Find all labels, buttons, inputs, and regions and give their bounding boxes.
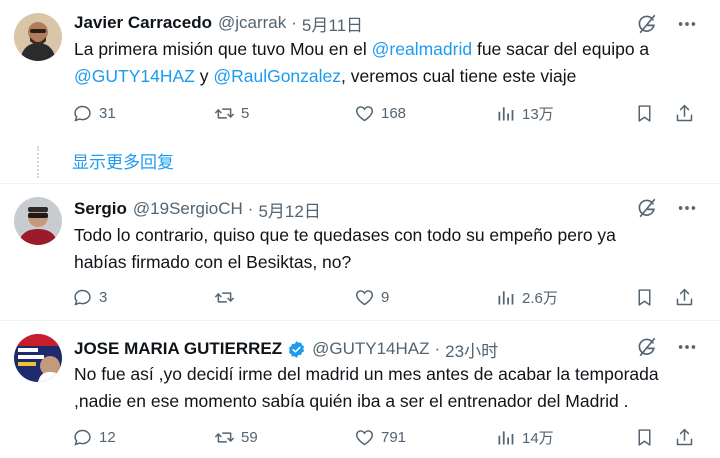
retweet-button[interactable]: 59 [214, 425, 258, 449]
reply-button[interactable]: 3 [72, 285, 107, 309]
grok-icon[interactable] [636, 13, 658, 35]
reply-icon [74, 105, 91, 122]
retweet-button[interactable] [214, 285, 241, 309]
display-name[interactable]: JOSE MARIA GUTIERREZ [74, 339, 282, 359]
text-line: No fue así ,yo decidí irme del madrid un… [74, 364, 659, 384]
more-icon[interactable] [676, 13, 698, 35]
retweet-count: 5 [241, 104, 250, 122]
share-icon [676, 104, 693, 121]
bookmark-icon [638, 288, 651, 306]
retweet-count: 59 [241, 428, 258, 446]
reply-icon [74, 429, 91, 446]
more-icon[interactable] [676, 197, 698, 219]
tweet-top-actions [636, 13, 698, 35]
avatar[interactable] [14, 197, 62, 245]
like-count: 168 [381, 104, 407, 122]
bookmark-button[interactable] [634, 285, 655, 309]
reply-button[interactable]: 12 [72, 425, 116, 449]
share-icon [676, 428, 693, 445]
reply-count: 12 [99, 428, 116, 446]
display-name[interactable]: Javier Carracedo [74, 13, 212, 33]
user-handle[interactable]: @jcarrak [218, 13, 286, 33]
view-count: 13万 [522, 105, 554, 123]
views-button[interactable]: 2.6万 [495, 285, 558, 309]
display-name[interactable]: Sergio [74, 199, 127, 219]
tweet-text: La primera misión que tuvo Mou en el @re… [74, 36, 690, 90]
retweet-icon [215, 431, 234, 443]
show-more-replies-link[interactable]: 显示更多回复 [72, 148, 174, 173]
views-icon [498, 106, 514, 120]
tweet-top-actions [636, 336, 698, 358]
view-count: 2.6万 [522, 289, 558, 307]
text-segment: fue sacar del equipo a [472, 39, 650, 59]
mention-link[interactable]: @realmadrid [372, 39, 472, 59]
like-count: 791 [381, 428, 407, 446]
views-icon [498, 430, 514, 444]
reply-button[interactable]: 31 [72, 101, 116, 125]
tweet-1[interactable]: Javier Carracedo @jcarrak · 5月11日 La pri… [0, 0, 720, 150]
like-count: 9 [381, 288, 390, 306]
text-line: Todo lo contrario, quiso que te quedases… [74, 225, 616, 245]
mention-link[interactable]: @GUTY14HAZ [74, 66, 195, 86]
share-button[interactable] [674, 425, 695, 449]
like-button[interactable]: 791 [354, 425, 406, 449]
mention-link[interactable]: @RaulGonzalez [213, 66, 341, 86]
views-button[interactable]: 14万 [495, 425, 554, 449]
share-button[interactable] [674, 101, 695, 125]
like-icon [355, 105, 374, 121]
views-button[interactable]: 13万 [495, 101, 554, 125]
bookmark-icon [638, 104, 651, 122]
more-icon[interactable] [676, 336, 698, 358]
tweet-2[interactable]: Sergio @19SergioCH · 5月12日 Todo lo contr… [0, 184, 720, 318]
like-button[interactable]: 168 [354, 101, 406, 125]
text-segment: , veremos cual tiene este viaje [341, 66, 577, 86]
reply-count: 3 [99, 288, 108, 306]
like-button[interactable]: 9 [354, 285, 389, 309]
grok-icon[interactable] [636, 197, 658, 219]
tweet-header: Sergio @19SergioCH · 5月12日 [74, 197, 321, 222]
retweet-icon [215, 107, 234, 119]
user-handle[interactable]: @GUTY14HAZ [312, 339, 429, 359]
tweet-actions: 3 9 2.6万 [72, 285, 697, 309]
retweet-button[interactable]: 5 [214, 101, 249, 125]
avatar[interactable] [14, 13, 62, 61]
avatar[interactable] [14, 334, 62, 382]
view-count: 14万 [522, 429, 554, 447]
timestamp[interactable]: 5月12日 [258, 197, 320, 222]
tweet-top-actions [636, 197, 698, 219]
tweet-text: Todo lo contrario, quiso que te quedases… [74, 222, 690, 276]
bookmark-button[interactable] [634, 425, 655, 449]
text-segment: La primera misión que tuvo Mou en el [74, 39, 372, 59]
timestamp[interactable]: 23小时 [445, 337, 498, 362]
separator-dot: · [247, 199, 254, 218]
reply-count: 31 [99, 104, 116, 122]
tweet-actions: 31 5 168 13万 [72, 101, 697, 125]
share-button[interactable] [674, 285, 695, 309]
bookmark-icon [638, 428, 651, 446]
tweet-actions: 12 59 791 14万 [72, 425, 697, 449]
thread-connector [37, 146, 39, 178]
share-icon [676, 288, 693, 305]
views-icon [498, 290, 514, 304]
timestamp[interactable]: 5月11日 [302, 11, 363, 36]
text-line: habías firmado con el Besiktas, no? [74, 252, 352, 272]
reply-icon [74, 289, 91, 306]
verified-badge-icon [289, 340, 305, 358]
tweet-header: Javier Carracedo @jcarrak · 5月11日 [74, 11, 363, 36]
text-line: ,nadie en ese momento sabía quién iba a … [74, 391, 629, 411]
separator-dot: · [291, 13, 297, 32]
tweet-header: JOSE MARIA GUTIERREZ @GUTY14HAZ · 23小时 [74, 337, 498, 362]
like-icon [355, 429, 374, 445]
bookmark-button[interactable] [634, 101, 655, 125]
retweet-icon [215, 291, 234, 303]
tweet-3[interactable]: JOSE MARIA GUTIERREZ @GUTY14HAZ · 23小时 N… [0, 321, 720, 458]
separator-dot: · [434, 339, 441, 358]
like-icon [355, 289, 374, 305]
user-handle[interactable]: @19SergioCH [133, 199, 243, 219]
grok-icon[interactable] [636, 336, 658, 358]
tweet-text: No fue así ,yo decidí irme del madrid un… [74, 361, 690, 415]
text-segment: y [194, 66, 214, 86]
